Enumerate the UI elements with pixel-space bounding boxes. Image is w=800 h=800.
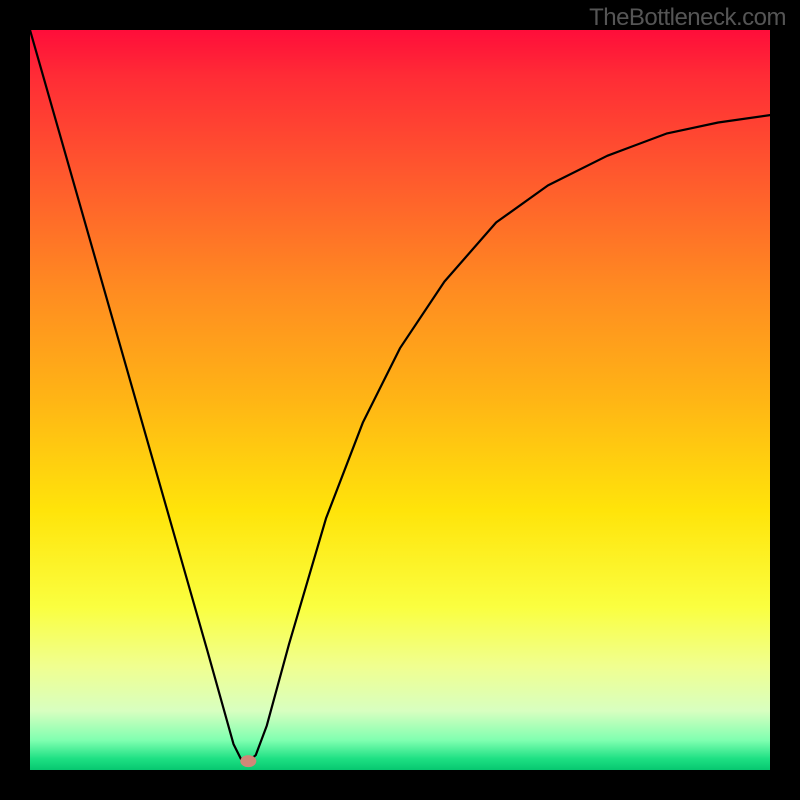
minimum-marker xyxy=(240,755,256,767)
gradient-background xyxy=(30,30,770,770)
plot-area xyxy=(30,30,770,770)
watermark-text: TheBottleneck.com xyxy=(589,4,786,32)
chart-svg xyxy=(30,30,770,770)
chart-frame: TheBottleneck.com xyxy=(0,0,800,800)
